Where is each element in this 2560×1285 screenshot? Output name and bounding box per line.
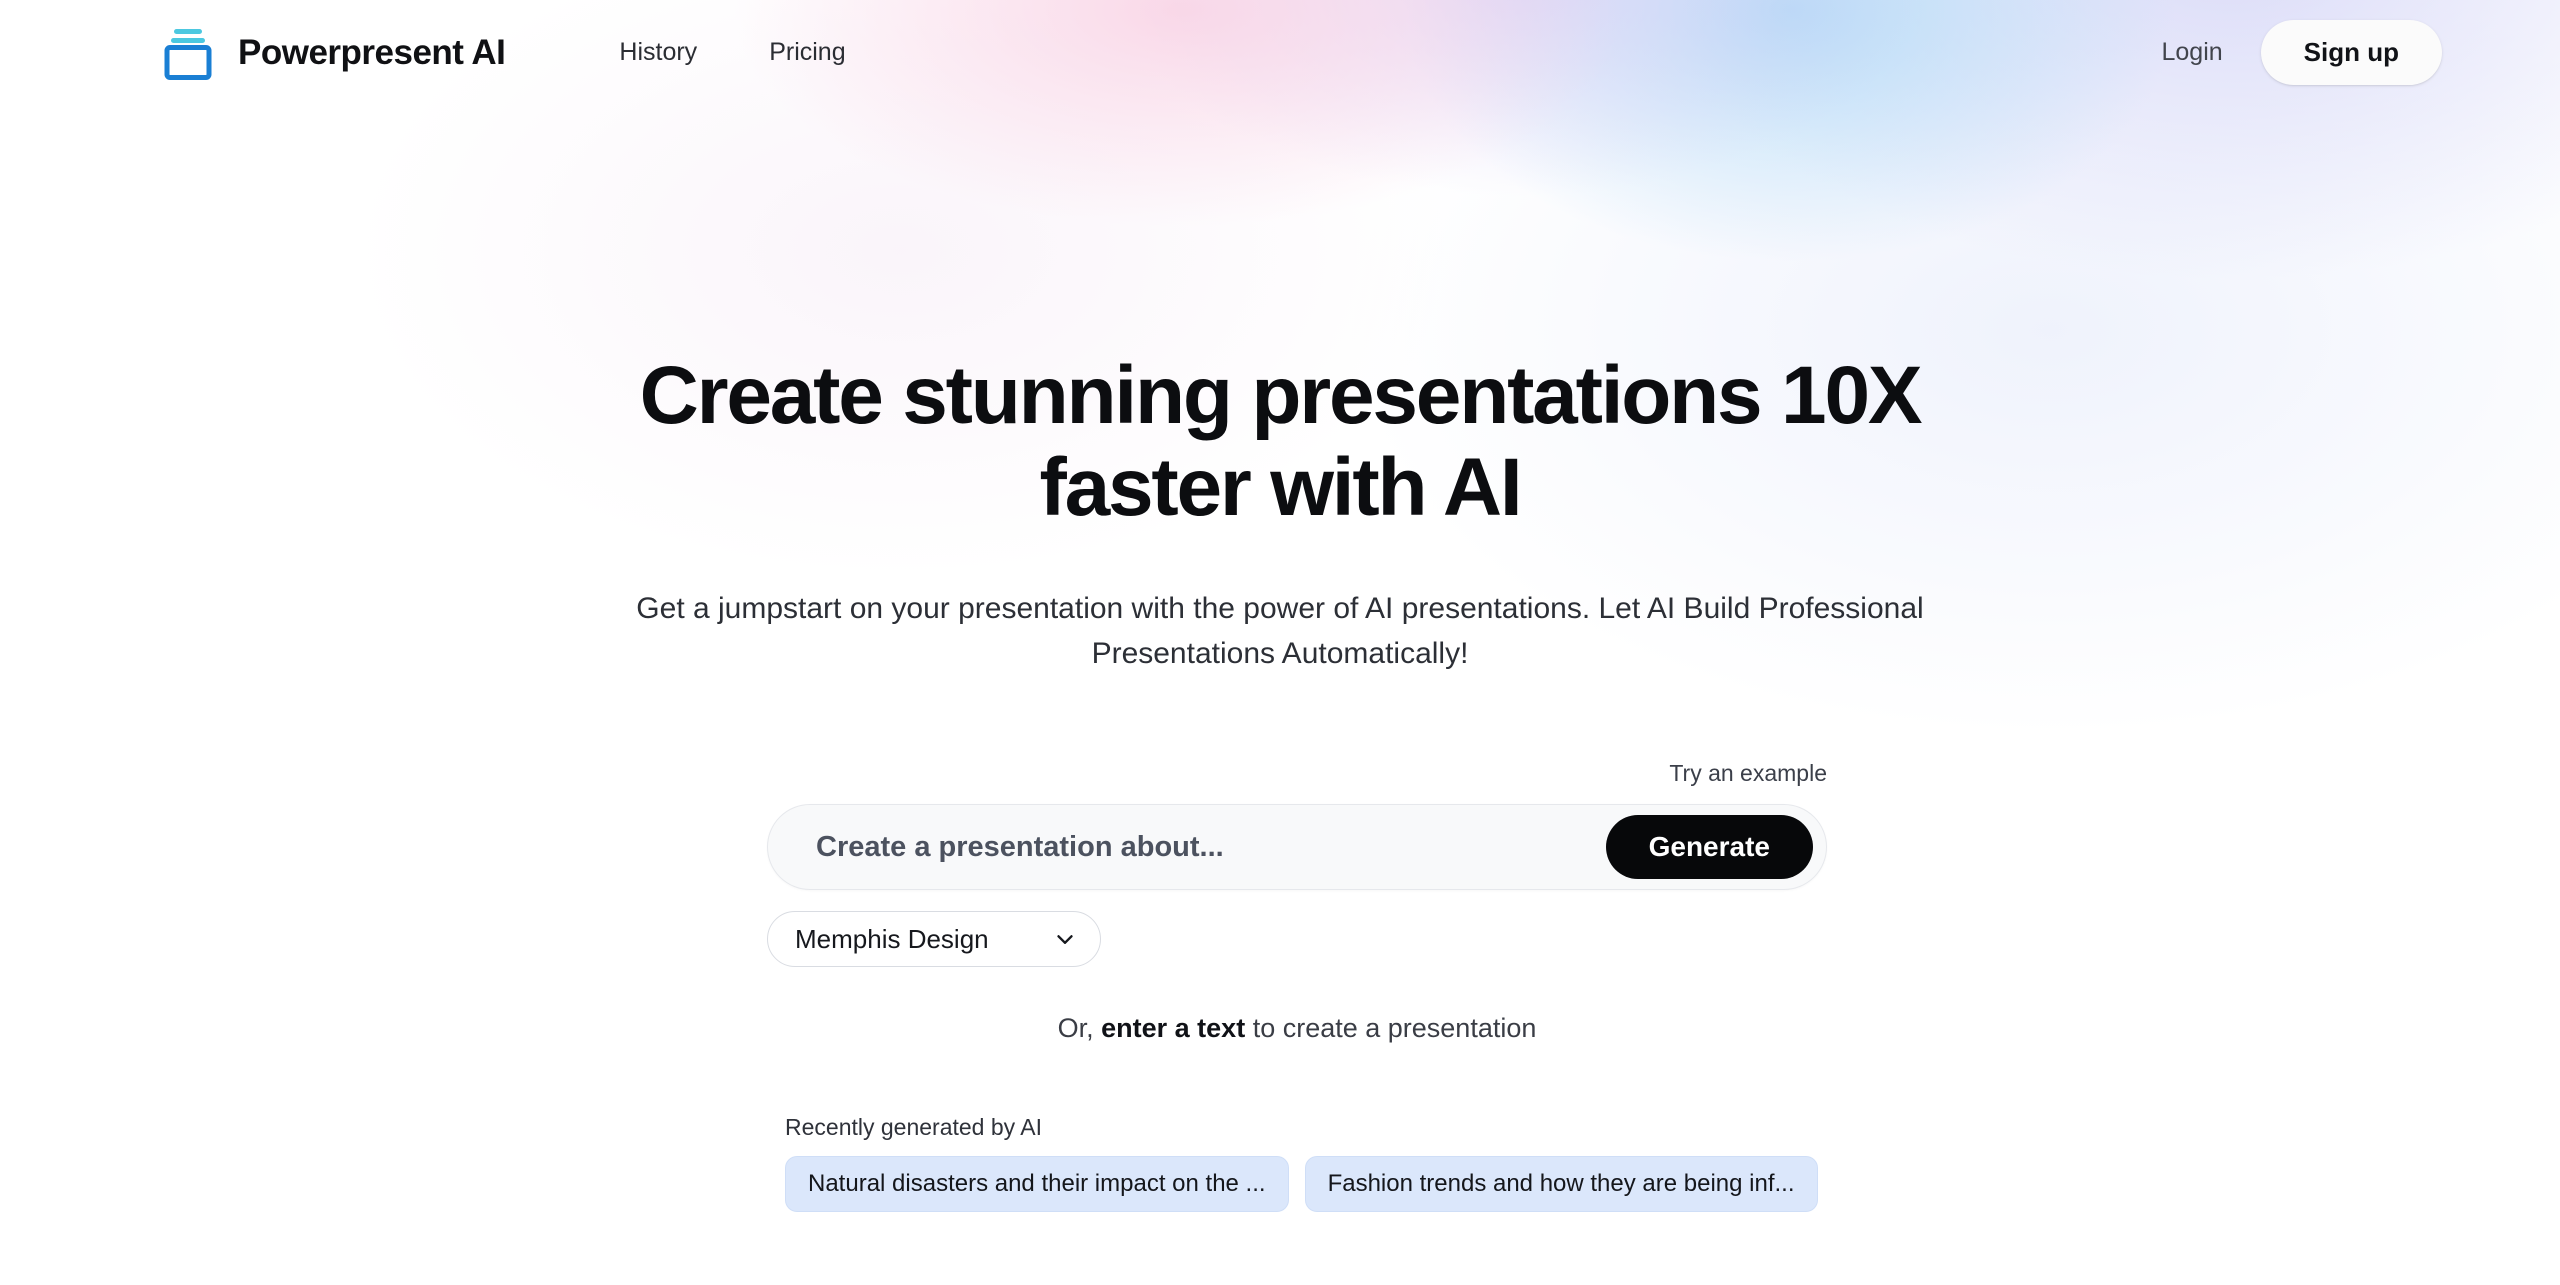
- alt-prefix: Or,: [1057, 1013, 1102, 1043]
- nav-item-pricing[interactable]: Pricing: [733, 28, 881, 77]
- brand-name: Powerpresent AI: [238, 32, 506, 72]
- site-header: Powerpresent AI History Pricing Login Si…: [0, 0, 2560, 105]
- try-an-example-link[interactable]: Try an example: [767, 760, 1827, 787]
- prompt-input[interactable]: [816, 805, 1606, 889]
- brand-logo[interactable]: Powerpresent AI: [160, 25, 506, 81]
- list-item[interactable]: Natural disasters and their impact on th…: [785, 1156, 1289, 1212]
- page-title: Create stunning presentations 10X faster…: [639, 350, 1923, 533]
- signup-button[interactable]: Sign up: [2260, 20, 2442, 85]
- login-link[interactable]: Login: [2162, 38, 2223, 67]
- hero-section: Create stunning presentations 10X faster…: [0, 105, 2560, 677]
- hero-subtitle: Get a jumpstart on your presentation wit…: [636, 591, 1924, 671]
- alt-suffix: to create a presentation: [1245, 1013, 1537, 1043]
- generate-button[interactable]: Generate: [1605, 815, 1813, 879]
- nav-item-history[interactable]: History: [583, 28, 733, 77]
- style-select[interactable]: Memphis Design: [767, 911, 1101, 967]
- recently-generated-list: Natural disasters and their impact on th…: [785, 1156, 1985, 1212]
- landing-page: Powerpresent AI History Pricing Login Si…: [0, 0, 2560, 1285]
- list-item[interactable]: Fashion trends and how they are being in…: [1304, 1156, 1818, 1212]
- alt-text-entry-line: Or, enter a text to create a presentatio…: [767, 1013, 1827, 1044]
- primary-nav: History Pricing: [583, 28, 881, 77]
- recently-generated-section: Recently generated by AI Natural disaste…: [785, 1114, 1985, 1212]
- prompt-bar: Generate: [767, 804, 1827, 890]
- recently-generated-label: Recently generated by AI: [785, 1114, 1042, 1140]
- header-actions: Login Sign up: [2162, 20, 2442, 85]
- stacked-slides-icon: [160, 25, 216, 81]
- chevron-down-icon: [1052, 926, 1078, 952]
- enter-a-text-link[interactable]: enter a text: [1101, 1013, 1245, 1043]
- style-select-value: Memphis Design: [795, 923, 989, 954]
- presentation-generator: Try an example Generate Memphis Design O…: [767, 760, 1827, 1044]
